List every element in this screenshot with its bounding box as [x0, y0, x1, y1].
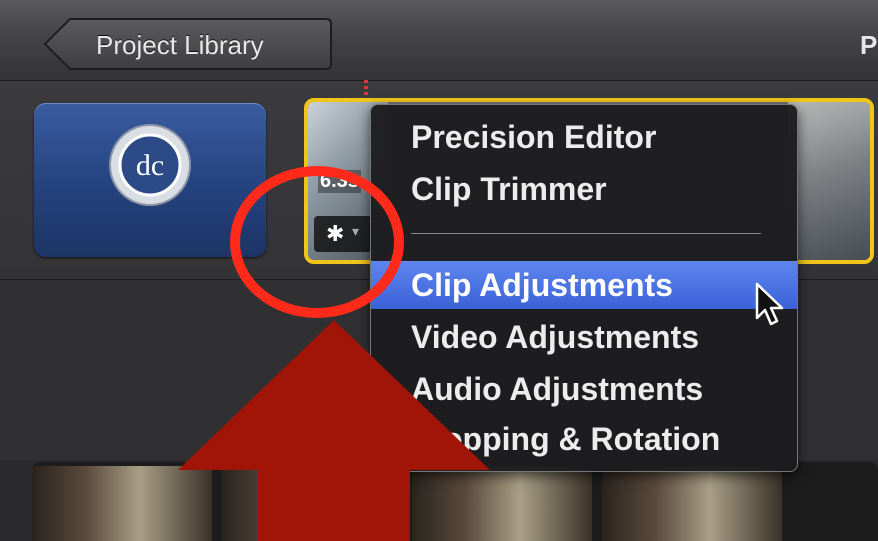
filmstrip-frame: [602, 466, 782, 541]
menu-item-precision-editor[interactable]: Precision Editor: [371, 113, 797, 161]
project-library-button[interactable]: Project Library: [44, 18, 332, 70]
highlight-circle: [230, 166, 404, 318]
mouse-pointer-icon: [755, 282, 784, 326]
toolbar: Project Library P: [0, 0, 878, 81]
up-arrow-icon: [178, 320, 490, 541]
clip-thumbnail: [788, 102, 870, 260]
menu-separator: [411, 233, 761, 234]
logo-text: dc: [136, 149, 164, 182]
dc-logo-icon: dc: [109, 124, 191, 206]
menu-item-clip-adjustments[interactable]: Clip Adjustments: [371, 261, 797, 309]
project-library-label: Project Library: [96, 30, 264, 60]
toolbar-title-fragment: P: [860, 30, 878, 60]
menu-item-clip-trimmer[interactable]: Clip Trimmer: [371, 165, 797, 213]
